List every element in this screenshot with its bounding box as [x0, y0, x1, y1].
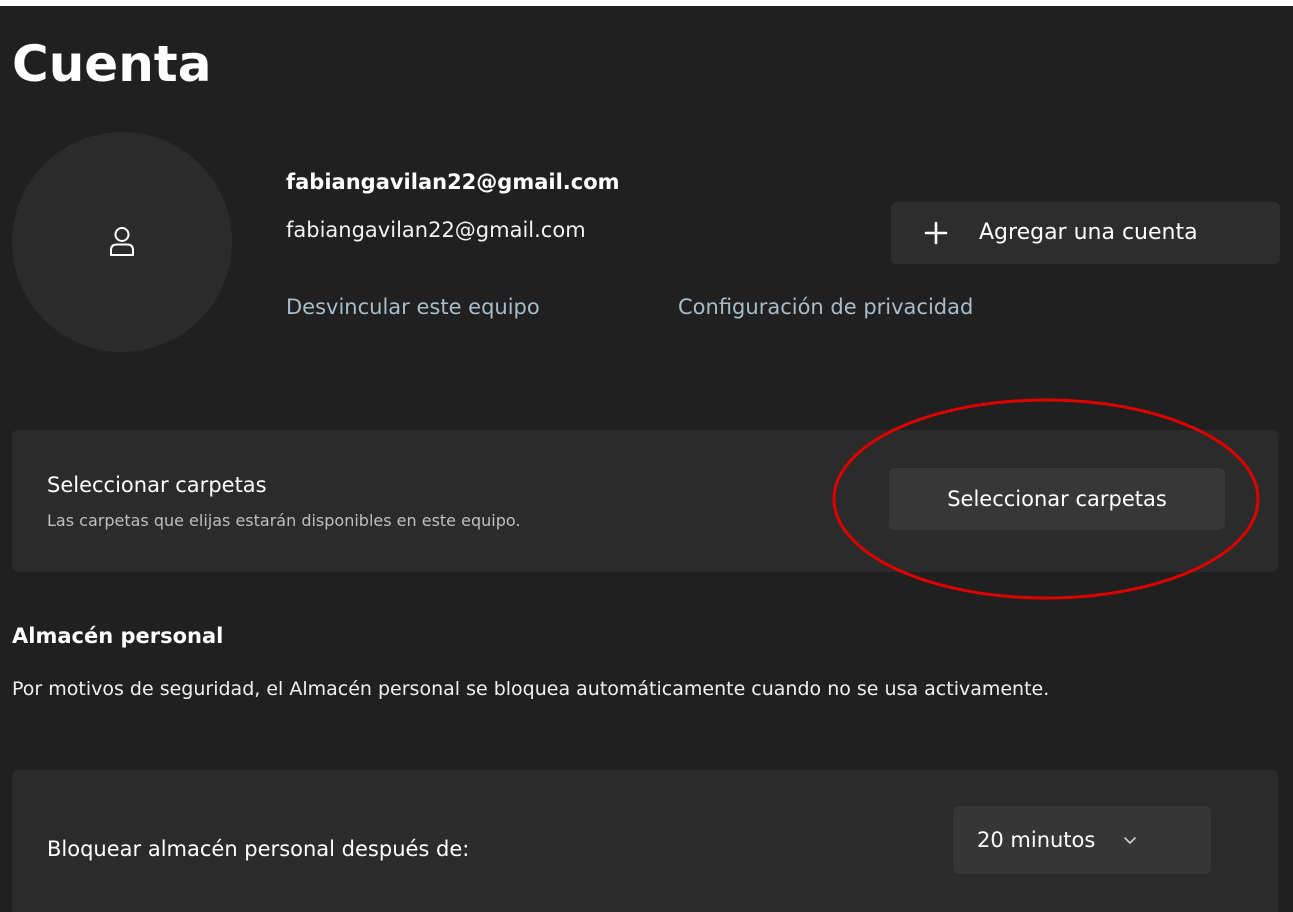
vault-lock-card: Bloquear almacén personal después de: 20…: [12, 770, 1278, 912]
avatar: [12, 132, 232, 352]
select-folders-card: Seleccionar carpetas Las carpetas que el…: [12, 430, 1278, 572]
vault-lock-selected-value: 20 minutos: [977, 828, 1096, 852]
page-title: Cuenta: [12, 35, 212, 93]
plus-icon: [924, 221, 948, 245]
select-folders-title: Seleccionar carpetas: [47, 473, 267, 497]
unlink-pc-link[interactable]: Desvincular este equipo: [286, 290, 540, 324]
select-folders-description: Las carpetas que elijas estarán disponib…: [47, 511, 521, 530]
add-account-label: Agregar una cuenta: [979, 220, 1198, 245]
personal-vault-description: Por motivos de seguridad, el Almacén per…: [12, 678, 1050, 700]
account-email: fabiangavilan22@gmail.com: [286, 218, 586, 242]
account-display-name: fabiangavilan22@gmail.com: [286, 170, 620, 194]
person-icon: [110, 227, 134, 256]
add-account-button[interactable]: Agregar una cuenta: [891, 202, 1280, 264]
settings-window: Cuenta fabiangavilan22@gmail.com fabiang…: [0, 6, 1293, 912]
select-folders-button[interactable]: Seleccionar carpetas: [889, 468, 1225, 530]
vault-lock-dropdown[interactable]: 20 minutos: [953, 806, 1211, 874]
privacy-settings-link[interactable]: Configuración de privacidad: [678, 290, 973, 324]
vault-lock-label: Bloquear almacén personal después de:: [47, 837, 470, 861]
personal-vault-heading: Almacén personal: [12, 624, 224, 648]
chevron-down-icon: [1124, 837, 1137, 844]
